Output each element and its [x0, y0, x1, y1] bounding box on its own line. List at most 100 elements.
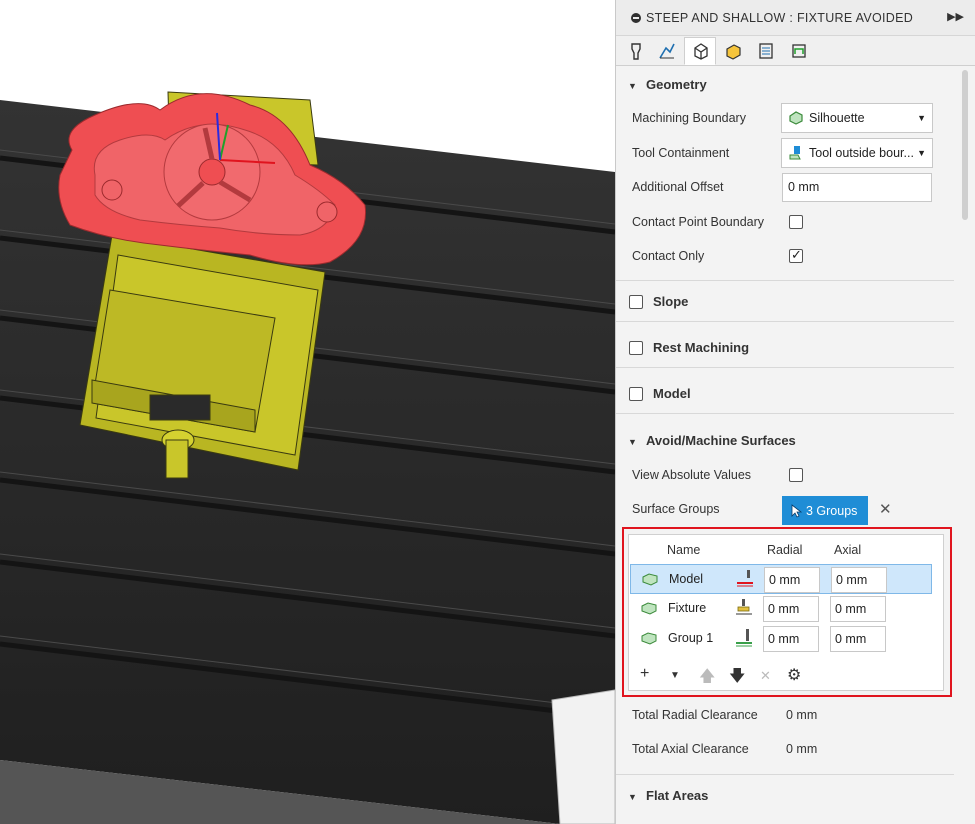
tool-icon: [631, 43, 641, 60]
avoid-surfaces-header-label: Avoid/Machine Surfaces: [646, 433, 796, 448]
shape-icon: [659, 43, 675, 59]
additional-offset-input[interactable]: 0 mm: [782, 173, 932, 202]
chevron-down-icon: ▼: [917, 113, 926, 123]
panel-titlebar: STEEP AND SHALLOW : FIXTURE AVOIDED ▶▶: [616, 0, 975, 36]
geometry-section-header[interactable]: ▼ Geometry: [616, 66, 954, 100]
dropdown-arrow-icon[interactable]: ▼: [670, 670, 680, 681]
additional-offset-row: Additional Offset 0 mm: [616, 170, 956, 204]
tab-geometry[interactable]: [684, 37, 716, 65]
contact-point-boundary-row: Contact Point Boundary: [616, 205, 956, 239]
radial-input[interactable]: 0 mm: [763, 596, 819, 622]
geometry-header-label: Geometry: [646, 77, 707, 92]
total-radial-label: Total Radial Clearance: [632, 708, 758, 722]
slope-label: Slope: [653, 294, 689, 309]
machining-boundary-value: Silhouette: [809, 111, 865, 125]
view-absolute-row: View Absolute Values: [616, 458, 956, 492]
operation-panel: STEEP AND SHALLOW : FIXTURE AVOIDED ▶▶ ▼…: [615, 0, 975, 824]
tool-containment-value: Tool outside bour...: [809, 146, 914, 160]
rest-machining-checkbox[interactable]: [629, 341, 643, 355]
row-name: Model: [669, 572, 704, 586]
delete-icon[interactable]: ✕: [760, 668, 771, 684]
table-row[interactable]: Group 1 0 mm 0 mm: [630, 624, 932, 654]
tool-containment-row: Tool Containment Tool outside bour... ▼: [616, 136, 956, 170]
column-header-axial: Axial: [834, 543, 862, 557]
chevron-down-icon: ▼: [917, 148, 926, 158]
column-header-name: Name: [667, 543, 701, 557]
contact-point-boundary-label: Contact Point Boundary: [632, 215, 765, 229]
3d-viewport[interactable]: [0, 0, 615, 824]
axial-input[interactable]: 0 mm: [831, 567, 887, 593]
collapse-triangle-icon: ▼: [628, 792, 637, 802]
tab-shape[interactable]: [651, 37, 683, 65]
slope-section-header[interactable]: Slope: [616, 282, 954, 322]
collapse-triangle-icon: ▼: [628, 437, 637, 447]
surface-group-icon: [641, 602, 657, 615]
tool-containment-label: Tool Containment: [632, 146, 730, 160]
surface-groups-count: 3 Groups: [806, 503, 858, 518]
tool-containment-icon: [789, 146, 801, 160]
model-label: Model: [653, 386, 691, 401]
cursor-icon: [791, 503, 802, 518]
move-up-icon[interactable]: 🡅: [699, 665, 715, 692]
avoid-mode-icon: [737, 570, 753, 587]
panel-title: STEEP AND SHALLOW : FIXTURE AVOIDED: [646, 11, 914, 25]
contact-only-checkbox[interactable]: [789, 247, 803, 263]
table-row[interactable]: Fixture 0 mm 0 mm: [630, 594, 932, 624]
passes-icon: [759, 43, 773, 59]
heights-icon: [726, 44, 741, 60]
tab-tool[interactable]: [620, 37, 652, 65]
add-icon[interactable]: +: [640, 665, 649, 683]
surface-groups-label: Surface Groups: [632, 502, 720, 516]
machine-scene: [0, 91, 615, 824]
silhouette-icon: [789, 111, 803, 125]
contact-only-row: Contact Only: [616, 239, 956, 273]
scrollbar-thumb[interactable]: [962, 70, 968, 220]
move-down-icon[interactable]: 🡇: [729, 665, 745, 692]
slope-checkbox[interactable]: [629, 295, 643, 309]
total-radial-value: 0 mm: [786, 708, 818, 722]
axial-input[interactable]: 0 mm: [830, 596, 886, 622]
rest-machining-section-header[interactable]: Rest Machining: [616, 328, 954, 368]
view-absolute-checkbox[interactable]: [789, 468, 803, 482]
row-name: Fixture: [668, 601, 707, 615]
stock-block: [551, 689, 615, 824]
tab-passes[interactable]: [750, 37, 782, 65]
panel-scrollbar[interactable]: [961, 66, 969, 824]
surface-group-icon: [641, 632, 657, 645]
collapse-icon[interactable]: [631, 13, 641, 23]
row-name: Group 1: [668, 631, 714, 645]
collapse-triangle-icon: ▼: [628, 81, 637, 91]
table-row[interactable]: Model 0 mm 0 mm: [630, 564, 932, 594]
tool-containment-select[interactable]: Tool outside bour... ▼: [781, 138, 933, 168]
additional-offset-label: Additional Offset: [632, 180, 724, 194]
expand-icon[interactable]: ▶▶: [947, 10, 964, 23]
clear-selection-icon[interactable]: ✕: [879, 500, 892, 518]
axial-input[interactable]: 0 mm: [830, 626, 886, 652]
avoid-surfaces-section-header[interactable]: ▼ Avoid/Machine Surfaces: [616, 422, 954, 456]
linking-icon: [792, 44, 806, 58]
machining-boundary-label: Machining Boundary: [632, 111, 746, 125]
radial-input[interactable]: 0 mm: [764, 567, 820, 593]
rest-machining-label: Rest Machining: [653, 340, 750, 355]
tab-linking[interactable]: [783, 37, 815, 65]
tab-heights[interactable]: [717, 37, 749, 65]
model-section-header[interactable]: Model: [616, 374, 954, 414]
radial-input[interactable]: 0 mm: [763, 626, 819, 652]
column-header-radial: Radial: [767, 543, 803, 557]
total-axial-label: Total Axial Clearance: [632, 742, 749, 756]
machine-mode-icon: [736, 629, 752, 647]
panel-tabs: [616, 36, 975, 66]
flat-areas-section-header[interactable]: ▼ Flat Areas: [616, 777, 954, 811]
contact-point-boundary-checkbox[interactable]: [789, 215, 803, 229]
surface-groups-button[interactable]: 3 Groups: [782, 496, 868, 525]
flat-areas-label: Flat Areas: [646, 788, 709, 803]
avoid-mode-icon: [736, 599, 752, 615]
gear-icon[interactable]: ⚙: [787, 665, 801, 685]
view-absolute-label: View Absolute Values: [632, 468, 752, 482]
machining-boundary-row: Machining Boundary Silhouette ▼: [616, 101, 956, 135]
model-checkbox[interactable]: [629, 387, 643, 401]
total-axial-value: 0 mm: [786, 742, 818, 756]
surface-group-icon: [642, 573, 658, 586]
surface-groups-table: Name Radial Axial Model 0 mm 0 mm Fixtur…: [628, 534, 944, 691]
machining-boundary-select[interactable]: Silhouette ▼: [781, 103, 933, 133]
